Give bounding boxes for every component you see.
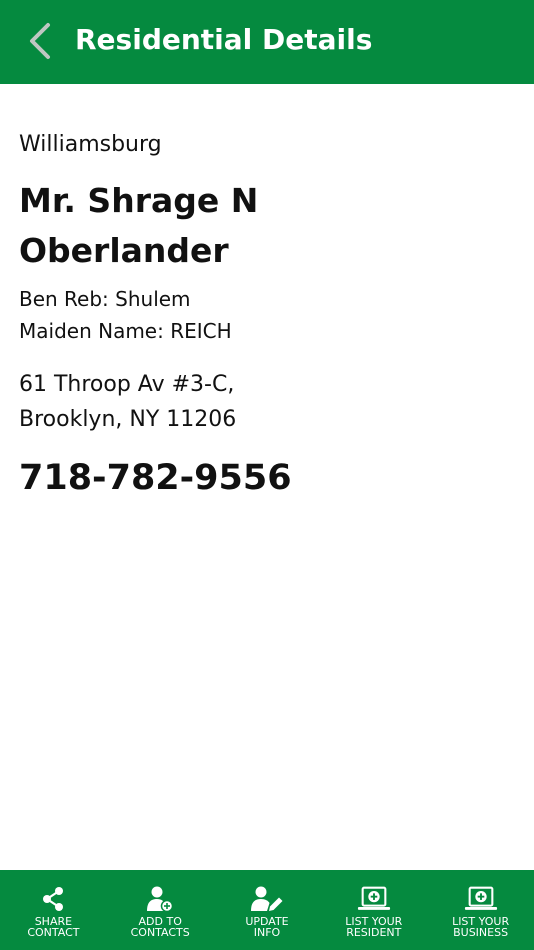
residential-details-screen: Residential Details Williamsburg Mr. Shr…: [0, 0, 534, 950]
add-person-icon: [143, 885, 177, 913]
resident-name: Mr. Shrage N Oberlander: [19, 181, 259, 270]
app-bar: Residential Details: [0, 0, 534, 84]
maiden-name-label: Maiden Name: REICH: [19, 319, 232, 343]
address-line-2: Brooklyn, NY 11206: [19, 407, 237, 432]
add-to-contacts-button[interactable]: ADD TO CONTACTS: [107, 870, 214, 950]
neighborhood-label: Williamsburg: [19, 132, 162, 157]
list-your-business-label-line2: BUSINESS: [453, 926, 509, 939]
laptop-plus-icon: [357, 885, 391, 913]
add-to-contacts-label-line2: CONTACTS: [130, 926, 190, 939]
address-line-1: 61 Throop Av #3-C,: [19, 372, 235, 397]
bottom-action-bar: SHARE CONTACT ADD TO CONTACTS UPDATE INF…: [0, 870, 534, 950]
list-your-resident-label: LIST YOUR RESIDENT: [345, 916, 402, 938]
add-to-contacts-label: ADD TO CONTACTS: [131, 916, 190, 938]
update-info-label-line2: INFO: [253, 926, 281, 939]
share-contact-label: SHARE CONTACT: [27, 916, 79, 938]
share-contact-label-line2: CONTACT: [27, 926, 80, 939]
share-contact-button[interactable]: SHARE CONTACT: [0, 870, 107, 950]
update-info-label: UPDATE INFO: [245, 916, 288, 938]
ben-reb-label: Ben Reb: Shulem: [19, 287, 191, 311]
page-title: Residential Details: [75, 23, 373, 56]
chevron-left-icon: [30, 23, 50, 59]
list-your-resident-button[interactable]: LIST YOUR RESIDENT: [320, 870, 427, 950]
laptop-plus-icon: [464, 885, 498, 913]
list-your-business-button[interactable]: LIST YOUR BUSINESS: [427, 870, 534, 950]
list-your-resident-label-line2: RESIDENT: [346, 926, 402, 939]
back-button[interactable]: [20, 18, 60, 64]
edit-person-icon: [250, 885, 284, 913]
list-your-business-label: LIST YOUR BUSINESS: [452, 916, 509, 938]
share-icon: [36, 885, 70, 913]
update-info-button[interactable]: UPDATE INFO: [214, 870, 321, 950]
phone-number-link[interactable]: 718-782-9556: [19, 454, 292, 502]
